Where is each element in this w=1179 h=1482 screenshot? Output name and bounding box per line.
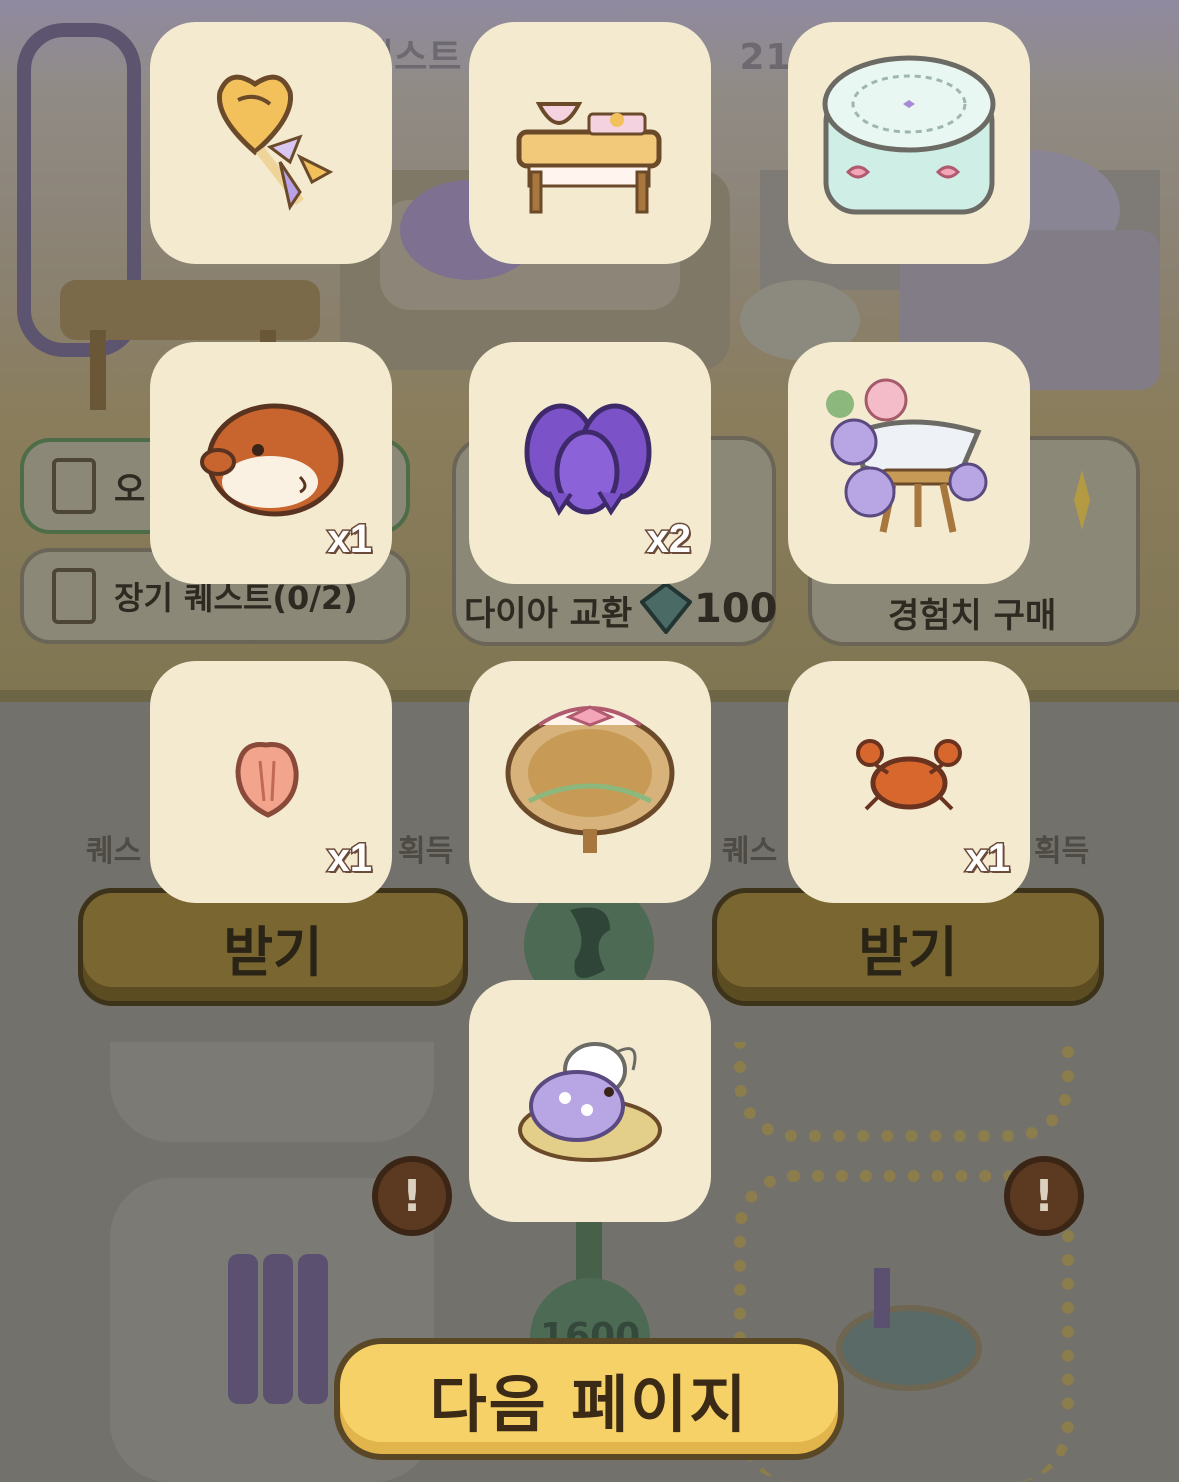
heart-lollipop-wand-icon [216, 74, 334, 211]
item-quantity: x2 [645, 516, 692, 563]
crab-item[interactable]: x1 [788, 661, 1030, 903]
purple-berry-item[interactable]: x2 [469, 342, 711, 584]
seashell-item[interactable]: x1 [150, 661, 392, 903]
reward-slot-upper-left [110, 1042, 434, 1142]
fountain-icon [836, 1268, 982, 1391]
pufferfish-item[interactable]: x1 [150, 342, 392, 584]
exp-buy-label: 경험치 구매 [888, 596, 1057, 636]
reward-slot-upper-right [734, 1042, 1074, 1142]
tea-table-item[interactable] [469, 22, 711, 264]
item-quantity: x1 [326, 516, 373, 563]
diamond-exchange-label: 다이아 교환 [464, 594, 633, 634]
ribbon-flower-arch-icon [505, 705, 675, 853]
receive-button-left[interactable]: 받기 [78, 888, 468, 1006]
receive-button-right[interactable]: 받기 [712, 888, 1104, 1006]
clipboard-clock-icon [52, 568, 96, 624]
clipboard-check-icon [52, 458, 96, 514]
reward-right-quest-text: 퀘스 [722, 834, 778, 869]
mint-lace-cake-icon [822, 55, 996, 215]
item-quantity: x1 [326, 835, 373, 882]
reward-right-get-text: 획득 [1034, 834, 1090, 869]
exclamation-icon: ! [372, 1156, 452, 1236]
exclamation-icon: ! [1004, 1156, 1084, 1236]
bird-hydrangea-item[interactable] [469, 980, 711, 1222]
hydrangea-basin-icon [826, 378, 988, 533]
item-quantity: x1 [964, 835, 1011, 882]
lace-cake-item[interactable] [788, 22, 1030, 264]
heart-wand-item[interactable] [150, 22, 392, 264]
tea-table-icon [516, 102, 662, 214]
sparkle-icon [1074, 470, 1090, 530]
drop-icon [570, 907, 610, 978]
flower-arch-item[interactable] [469, 661, 711, 903]
bird-hydrangea-cushion-icon [518, 1042, 662, 1162]
reward-left-get-text: 획득 [398, 834, 454, 869]
folding-screen-icon [228, 1254, 328, 1404]
hydrangea-basin-item[interactable] [788, 342, 1030, 584]
daily-quest-label: 오 [114, 469, 146, 510]
diamond-icon [640, 582, 692, 634]
next-page-button[interactable]: 다음 페이지 [334, 1338, 844, 1460]
reward-left-quest-text: 퀘스 [86, 834, 142, 869]
diamond-price: 100 [694, 586, 778, 632]
